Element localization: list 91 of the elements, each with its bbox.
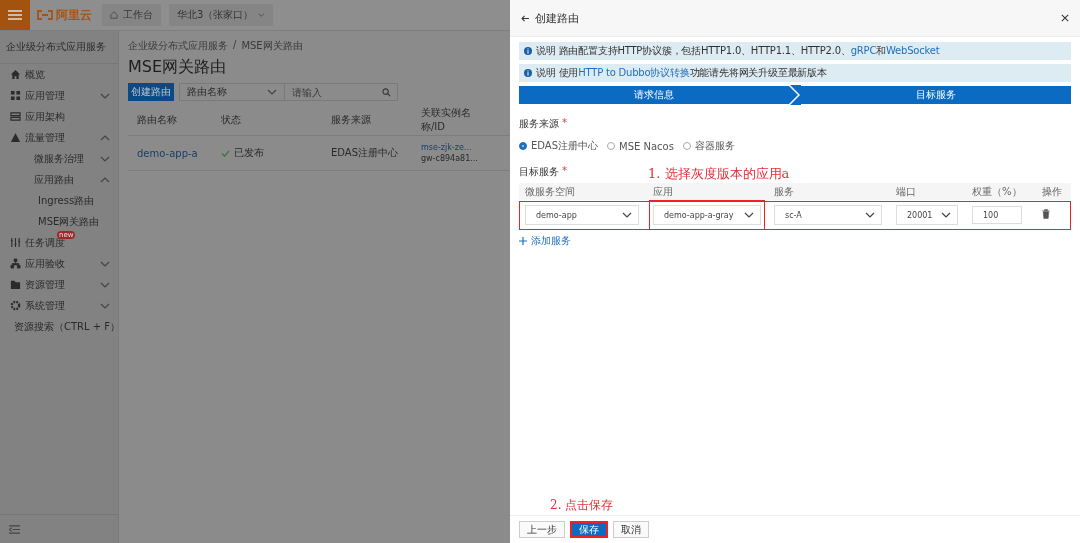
sidebar-item[interactable]: 资源搜索（CTRL + F） [0,316,118,337]
column-header: 应用 [652,184,674,199]
home-icon [110,11,118,19]
required-mark: * [562,165,567,178]
column-header: 端口 [895,184,917,199]
sidebar-item[interactable]: 应用架构 [0,106,118,127]
warning-icon [10,132,21,143]
chevron-down-icon [267,89,277,95]
sidebar-item[interactable]: 流量管理 [0,127,118,148]
instance-id: gw-c894a81... [421,154,479,163]
column-header: 操作 [1041,184,1063,199]
sidebar-item[interactable]: 资源管理 [0,274,118,295]
search-field[interactable]: 请输入 [285,83,398,101]
annotation-text: 1. 选择灰度版本的应用a [648,165,790,183]
close-icon[interactable] [1061,14,1069,22]
column-header: 服务来源 [330,113,372,127]
notice-link[interactable]: gRPC [850,45,877,56]
radio-option[interactable]: EDAS注册中心 [519,139,599,153]
radio-option[interactable]: 容器服务 [682,139,735,153]
folder-icon [10,279,21,290]
breadcrumb-item[interactable]: 企业级分布式应用服务 [128,39,228,53]
create-route-button[interactable]: 创建路由 [128,83,174,101]
sidebar-item[interactable]: 系统管理 [0,295,118,316]
sliders-icon [10,237,21,248]
filter-dropdown[interactable]: 路由名称 [179,83,285,101]
service-select[interactable]: sc-A [774,205,882,225]
menu-button[interactable] [0,0,30,30]
table-cell-text: EDAS注册中心 [330,146,400,160]
column-header: 路由名称 [136,113,178,127]
sidebar-title: 企业级分布式应用服务 [0,31,118,64]
sidebar-item[interactable]: 应用路由 [0,169,118,190]
trash-icon[interactable] [1042,209,1050,219]
route-link[interactable]: demo-app-a [128,147,212,159]
chevron-down-icon [622,212,632,218]
sidebar-item[interactable]: 应用管理 [0,85,118,106]
breadcrumb-item[interactable]: MSE网关路由 [241,39,303,53]
radio-option[interactable]: MSE Nacos [607,139,674,153]
footer-button[interactable]: 上一步 [519,521,565,538]
back-arrow-icon[interactable] [521,14,530,22]
search-icon [382,88,391,97]
drawer-title: 创建路由 [535,10,579,26]
sidebar-item[interactable]: 微服务治理 [0,148,118,169]
status-text: 已发布 [234,146,264,160]
settings-icon [10,300,21,311]
hierarchy-icon [10,258,21,269]
column-header: 服务 [773,184,795,199]
chevron-down-icon [941,212,951,218]
check-icon [221,149,230,157]
add-service-link[interactable]: 添加服务 [519,234,571,248]
instance-link[interactable]: mse-zjk-ze... [421,143,492,152]
notice-text: 说明 路由配置支持HTTP协议簇，包括HTTP1.0、HTTP1.1、HTTP2.0、gRPC和WebSocket [536,44,940,58]
info-icon [524,69,532,77]
step-label: 目标服务 [916,88,956,102]
collapse-icon[interactable] [9,524,20,534]
app-select[interactable]: demo-app-a-gray [653,205,761,225]
breadcrumb-separator: / [233,39,237,52]
sidebar-item[interactable]: 应用验收 [0,253,118,274]
menu-icon [8,10,22,20]
logo-icon [37,10,53,20]
step-label: 请求信息 [634,88,674,102]
sidebar-item[interactable]: Ingress路由 [0,190,118,211]
field-label: 目标服务 [519,165,559,179]
save-button[interactable]: 保存 [570,521,608,538]
field-label: 服务来源 [519,117,559,131]
column-header: 微服务空间 [524,184,576,199]
server-icon [10,111,21,122]
column-header: 状态 [220,113,242,127]
column-header: 权重（%） [971,184,1023,199]
notice-link[interactable]: WebSocket [886,45,940,56]
column-header: 关联实例名称/ID [420,106,472,134]
weight-input[interactable]: 100 [972,206,1022,224]
region-selector[interactable]: 华北3（张家口） [169,4,273,26]
sidebar-item[interactable]: 概览 [0,64,118,85]
workbench-button[interactable]: 工作台 [102,4,161,26]
grid-icon [10,90,21,101]
chevron-down-icon [865,212,875,218]
info-icon [524,47,532,55]
page-title: MSE网关路由 [128,57,228,78]
footer-button[interactable]: 取消 [613,521,649,538]
notice-link[interactable]: HTTP to Dubbo协议转换 [578,67,690,78]
sidebar-item[interactable]: MSE网关路由 [0,211,118,232]
port-select[interactable]: 20001 [896,205,958,225]
namespace-select[interactable]: demo-app [525,205,639,225]
chevron-down-icon [744,212,754,218]
plus-icon [519,237,527,245]
required-mark: * [562,117,567,130]
annotation-text: 2. 点击保存 [550,497,614,514]
notice-text: 说明 使用HTTP to Dubbo协议转换功能请先将网关升级至最新版本 [536,66,827,80]
chevron-down-icon [258,12,265,18]
home-icon [10,69,21,80]
logo-text: 阿里云 [56,6,92,24]
